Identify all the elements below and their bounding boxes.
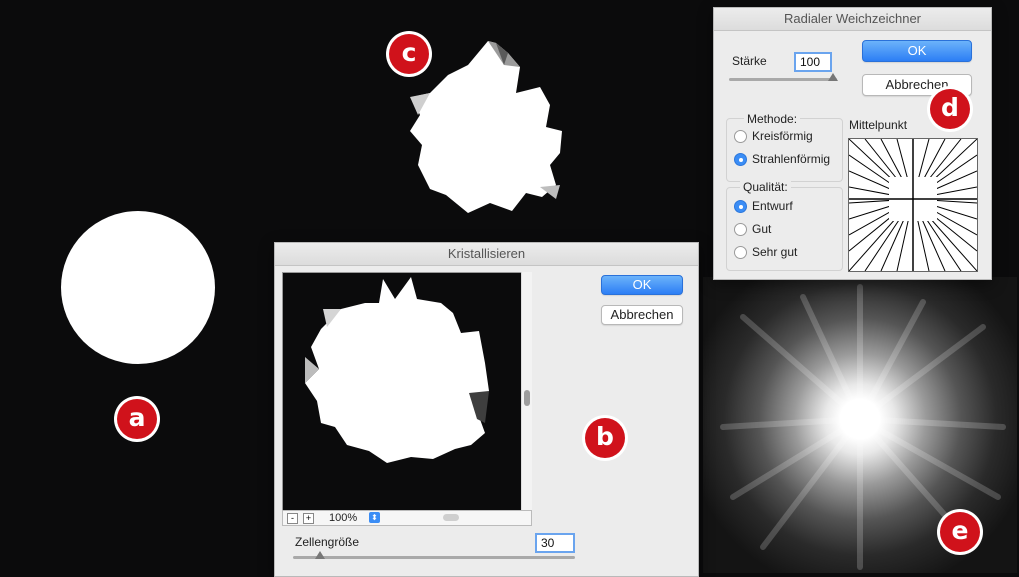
step-badge-c: c xyxy=(389,34,429,74)
amount-slider-thumb[interactable] xyxy=(828,73,838,81)
method-group xyxy=(726,118,843,182)
quality-radio-sehr-gut[interactable] xyxy=(734,246,747,259)
zoom-level: 100% xyxy=(329,512,358,524)
quality-option-sehr-gut: Sehr gut xyxy=(752,245,798,259)
crystallize-dialog: Kristallisieren - + 100% ⬍ OK Abbrechen … xyxy=(274,242,699,577)
radial-ok-button[interactable]: OK xyxy=(862,40,972,62)
zoom-dropdown[interactable]: ⬍ xyxy=(369,512,380,523)
amount-input[interactable]: 100 xyxy=(794,52,832,72)
preview-scrollbar[interactable] xyxy=(521,272,532,510)
center-rays-pattern xyxy=(849,139,977,271)
zoom-out-button[interactable]: - xyxy=(287,513,298,524)
chevron-updown-icon: ⬍ xyxy=(371,513,378,522)
step-badge-e: e xyxy=(940,512,980,552)
method-option-strahlenfoermig: Strahlenförmig xyxy=(752,152,831,166)
amount-label: Stärke xyxy=(732,54,767,68)
method-radio-strahlenfoermig[interactable] xyxy=(734,153,747,166)
cell-size-input[interactable]: 30 xyxy=(535,533,575,553)
step-badge-a: a xyxy=(117,399,157,439)
amount-slider[interactable] xyxy=(729,78,837,81)
radial-blur-dialog-title: Radialer Weichzeichner xyxy=(714,8,991,31)
crystallize-ok-button[interactable]: OK xyxy=(601,275,683,295)
step-badge-b: b xyxy=(585,418,625,458)
quality-option-entwurf: Entwurf xyxy=(752,199,793,213)
crystallize-preview-shape xyxy=(305,277,489,463)
step-badge-d: d xyxy=(930,89,970,129)
crystallized-shape xyxy=(410,41,562,213)
method-option-kreisfoermig: Kreisförmig xyxy=(752,129,813,143)
method-radio-kreisfoermig[interactable] xyxy=(734,130,747,143)
cell-size-slider-thumb[interactable] xyxy=(315,551,325,559)
scrollbar-thumb[interactable] xyxy=(524,390,530,406)
center-preview[interactable] xyxy=(848,138,978,272)
white-circle-shape xyxy=(61,211,215,364)
center-label: Mittelpunkt xyxy=(849,118,908,132)
quality-label: Qualität: xyxy=(740,180,791,194)
zoom-in-button[interactable]: + xyxy=(303,513,314,524)
method-label: Methode: xyxy=(744,112,801,126)
radial-blur-dialog: Radialer Weichzeichner Stärke 100 OK Abb… xyxy=(713,7,992,280)
quality-radio-gut[interactable] xyxy=(734,223,747,236)
crystallize-dialog-title: Kristallisieren xyxy=(275,243,698,266)
crystallize-cancel-button[interactable]: Abbrechen xyxy=(601,305,683,325)
crystallize-preview xyxy=(282,272,532,512)
zoom-bar: - + 100% ⬍ xyxy=(282,510,532,526)
horizontal-scroll-thumb[interactable] xyxy=(443,514,459,521)
cell-size-slider[interactable] xyxy=(293,556,575,559)
cell-size-label: Zellengröße xyxy=(295,535,360,549)
quality-option-gut: Gut xyxy=(752,222,772,236)
quality-radio-entwurf[interactable] xyxy=(734,200,747,213)
